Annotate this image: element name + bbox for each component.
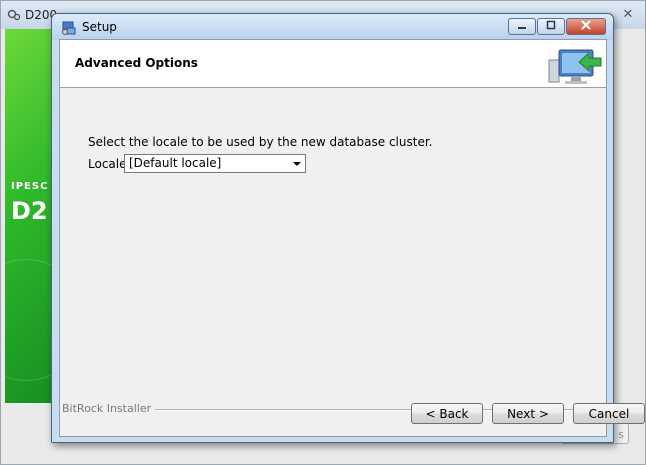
computer-install-icon xyxy=(548,49,602,84)
close-icon xyxy=(581,20,591,30)
locale-dropdown[interactable]: [Default locale] xyxy=(124,154,306,173)
close-button[interactable] xyxy=(566,18,606,35)
page-title: Advanced Options xyxy=(75,56,198,70)
locale-label: Locale xyxy=(88,157,127,171)
dialog-titlebar[interactable]: Setup xyxy=(52,14,613,40)
maximize-button[interactable] xyxy=(537,18,565,35)
instruction-text: Select the locale to be used by the new … xyxy=(88,135,433,149)
chevron-down-icon xyxy=(293,162,301,166)
close-icon[interactable]: ✕ xyxy=(619,7,637,23)
installer-brand-label: BitRock Installer xyxy=(62,402,156,415)
minimize-icon xyxy=(518,27,526,29)
next-button[interactable]: Next > xyxy=(492,403,564,424)
background-swirl xyxy=(5,259,55,381)
background-brand-text: IPESC xyxy=(11,181,49,192)
cancel-button[interactable]: Cancel xyxy=(573,403,645,424)
minimize-button[interactable] xyxy=(508,18,536,35)
background-brand-big: D2 xyxy=(11,197,48,225)
dialog-client-area: Advanced Options Select the locale to be… xyxy=(59,39,607,437)
background-banner: IPESC D2 xyxy=(5,29,55,403)
back-button[interactable]: < Back xyxy=(411,403,483,424)
setup-app-icon xyxy=(62,21,76,35)
locale-selected-value: [Default locale] xyxy=(129,156,222,170)
dialog-title: Setup xyxy=(82,20,117,34)
wizard-header: Advanced Options xyxy=(60,40,606,88)
gear-icon xyxy=(7,9,21,21)
setup-dialog: Setup Advanced Options Select the locale… xyxy=(51,13,645,443)
maximize-icon xyxy=(546,20,556,30)
